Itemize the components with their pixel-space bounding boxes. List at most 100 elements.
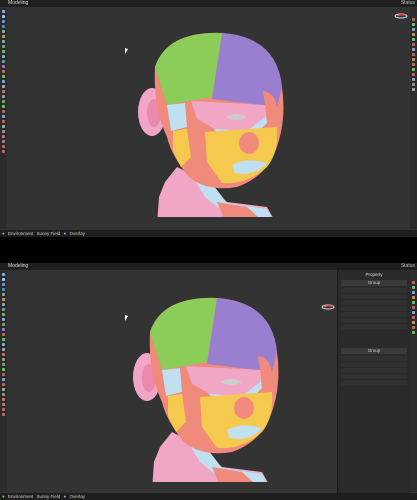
smooth-icon[interactable] [2,338,5,341]
bevel-icon[interactable] [2,318,5,321]
overlay-label[interactable]: Overlay [70,231,86,236]
transform-icon[interactable] [2,30,5,33]
scene-icon[interactable] [412,33,415,36]
environment-value[interactable]: Sunny Field [37,231,61,236]
loop-cut-icon[interactable] [2,60,5,63]
3d-viewport[interactable] [7,7,410,230]
constraint-prop-icon[interactable] [412,73,415,76]
modifier-icon[interactable] [2,135,5,138]
property-row[interactable] [341,324,407,329]
environment-value[interactable]: Sunny Field [37,494,61,499]
rotate-icon[interactable] [2,20,5,23]
environment-label[interactable]: Environment [8,231,33,236]
particles-icon[interactable] [2,150,5,153]
physics-prop-icon[interactable] [412,331,415,334]
particles-icon[interactable] [2,413,5,416]
rip-icon[interactable] [2,358,5,361]
loop-cut-icon[interactable] [2,323,5,326]
camera-icon[interactable] [2,125,5,128]
property-row[interactable] [341,288,407,293]
status-menu[interactable]: Status [401,263,415,270]
scale-icon[interactable] [2,288,5,291]
mode-menu[interactable]: Modeling [8,263,28,270]
extrude-icon[interactable] [2,308,5,311]
spin-icon[interactable] [2,333,5,336]
physics-icon[interactable] [2,408,5,411]
scale-icon[interactable] [2,25,5,28]
particle-prop-icon[interactable] [412,78,415,81]
camera-icon[interactable] [2,388,5,391]
empty-icon[interactable] [2,393,5,396]
rotate-icon[interactable] [2,283,5,286]
group-header-2[interactable]: Group [341,348,407,354]
property-row[interactable] [341,356,407,361]
empty-icon[interactable] [2,130,5,133]
texture-icon[interactable] [412,58,415,61]
knife-icon[interactable] [2,303,5,306]
smooth-icon[interactable] [2,75,5,78]
render-icon[interactable] [412,281,415,284]
material-icon[interactable] [412,316,415,319]
world-icon[interactable] [412,38,415,41]
light-icon[interactable] [2,120,5,123]
spin-icon[interactable] [2,70,5,73]
property-row[interactable] [341,318,407,323]
constraint-icon[interactable] [2,140,5,143]
shader-icon[interactable] [412,83,415,86]
constraint-icon[interactable] [2,403,5,406]
shrink-icon[interactable] [2,348,5,351]
property-row[interactable] [341,294,407,299]
modifier-prop-icon[interactable] [412,311,415,314]
render-icon[interactable] [412,18,415,21]
object-icon[interactable] [412,43,415,46]
material-icon[interactable] [412,53,415,56]
navigation-gizmo-icon[interactable] [321,304,335,310]
3d-viewport[interactable] [7,270,337,493]
texture-icon[interactable] [412,321,415,324]
physics-icon[interactable] [2,145,5,148]
property-row[interactable] [341,368,407,373]
view-layer-icon[interactable] [412,291,415,294]
navigation-gizmo-icon[interactable] [394,13,408,19]
measure-icon[interactable] [2,363,5,366]
brush-icon[interactable] [2,35,5,38]
measure-icon[interactable] [2,100,5,103]
status-menu[interactable]: Status [401,0,415,7]
edge-slide-icon[interactable] [2,343,5,346]
overlay-label[interactable]: Overlay [70,494,86,499]
rip-icon[interactable] [2,95,5,98]
modifier-icon[interactable] [2,398,5,401]
select-icon[interactable] [2,10,5,13]
add-cube-icon[interactable] [2,115,5,118]
knife-icon[interactable] [2,40,5,43]
add-cube-icon[interactable] [2,378,5,381]
light-icon[interactable] [2,383,5,386]
shear-icon[interactable] [2,90,5,93]
annotate-icon[interactable] [2,105,5,108]
inset-icon[interactable] [2,50,5,53]
property-row[interactable] [341,374,407,379]
bone-icon[interactable] [412,88,415,91]
scene-icon[interactable] [412,296,415,299]
cursor-tool-icon[interactable] [2,373,5,376]
shrink-icon[interactable] [2,85,5,88]
property-row[interactable] [341,300,407,305]
brush-icon[interactable] [2,298,5,301]
group-header-1[interactable]: Group [341,280,407,286]
annotate-icon[interactable] [2,368,5,371]
property-row[interactable] [341,312,407,317]
edge-slide-icon[interactable] [2,80,5,83]
select-icon[interactable] [2,273,5,276]
property-row[interactable] [341,362,407,367]
data-icon[interactable] [412,63,415,66]
view-layer-icon[interactable] [412,28,415,31]
world-icon[interactable] [412,301,415,304]
shear-icon[interactable] [2,353,5,356]
property-row[interactable] [341,306,407,311]
move-icon[interactable] [2,278,5,281]
bevel-icon[interactable] [2,55,5,58]
move-icon[interactable] [2,15,5,18]
poly-build-icon[interactable] [2,65,5,68]
property-row[interactable] [341,380,407,385]
physics-prop-icon[interactable] [412,68,415,71]
